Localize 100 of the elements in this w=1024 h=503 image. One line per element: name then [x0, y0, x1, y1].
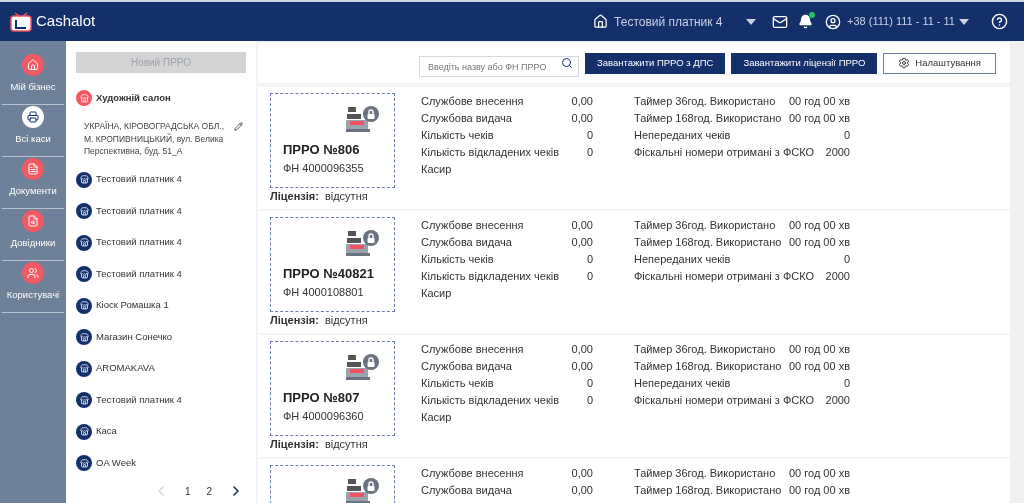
- stat-value: 0: [843, 128, 850, 144]
- stat-label: Службове внесення: [421, 218, 524, 234]
- logo-icon: [10, 11, 32, 32]
- stat-label: Фіскальні номери отримані з ФСКО: [634, 145, 815, 161]
- stat-label: Службова видача: [421, 483, 512, 499]
- fiscal-number: ФН 4000108801: [283, 284, 365, 300]
- stat-value: 0,00: [571, 342, 593, 358]
- license-label: Ліцензія:: [270, 438, 319, 451]
- search-icon[interactable]: [560, 56, 573, 69]
- license-label: Ліцензія:: [270, 314, 319, 327]
- search-field[interactable]: Введіть назву або ФН ПРРО: [418, 56, 579, 77]
- rail-icon: [27, 59, 39, 71]
- stat-value: 0: [586, 252, 593, 268]
- rail-label[interactable]: Користувачі: [6, 288, 60, 303]
- rail-icon: [27, 215, 39, 227]
- register-title: ПРРО №40821: [283, 265, 375, 283]
- mail-icon[interactable]: [772, 13, 789, 30]
- stat-label: Таймер 168год. Використано: [634, 111, 782, 127]
- register-lock-icon: [346, 105, 380, 133]
- user-icon[interactable]: [825, 13, 842, 30]
- caret-icon[interactable]: [959, 18, 969, 25]
- stat-value: 00 год 00 хв: [788, 111, 850, 127]
- stat-value: 2000: [825, 393, 850, 409]
- stat-label: Таймер 36год. Використано: [634, 342, 776, 358]
- stat-label: Кількість чеків: [421, 252, 494, 268]
- phone-number[interactable]: +38 (111) 111 - 11 - 11: [847, 13, 955, 30]
- rail-label[interactable]: Довідники: [10, 236, 56, 251]
- store-name[interactable]: AROMAKAVA: [96, 361, 155, 376]
- register-tile[interactable]: ПРРО №807 ФН 4000096360: [270, 341, 395, 436]
- stat-label: Кількість відкладених чеків: [421, 145, 560, 161]
- register-lock-icon: [346, 353, 380, 381]
- rail-label[interactable]: Всі каси: [15, 132, 51, 147]
- stat-label: Непереданих чеків: [634, 128, 731, 144]
- stat-value: 0,00: [571, 94, 593, 110]
- stat-label: Таймер 168год. Використано: [634, 483, 782, 499]
- help-icon[interactable]: [991, 13, 1008, 30]
- store-name[interactable]: Тестовий платник 4: [96, 392, 182, 408]
- store-name[interactable]: Художній салон: [96, 90, 171, 106]
- action-button[interactable]: Завантажити ПРРО з ДПС: [584, 52, 726, 74]
- store-name[interactable]: Тестовий платник 4: [96, 203, 182, 219]
- store-name[interactable]: Каса: [96, 424, 117, 439]
- register-title: ПРРО №806: [283, 141, 361, 159]
- stat-value: 00 год 00 хв: [788, 342, 850, 358]
- register-lock-icon: [346, 229, 380, 257]
- settings-button[interactable]: Налаштування: [883, 52, 996, 74]
- stat-value: 00 год 00 хв: [788, 235, 850, 251]
- stat-value: 00 год 00 хв: [788, 483, 850, 499]
- cashier-label: Касир: [421, 162, 453, 178]
- logo-text: Cashalot: [36, 11, 96, 32]
- fiscal-number: ФН 4000096360: [283, 408, 365, 424]
- stat-label: Службова видача: [421, 111, 512, 127]
- stat-value: 00 год 00 хв: [788, 94, 850, 110]
- stat-label: Таймер 36год. Використано: [634, 94, 776, 110]
- caret-icon[interactable]: [746, 18, 757, 25]
- license-value: відсутня: [324, 438, 368, 451]
- bell-icon[interactable]: [798, 14, 814, 29]
- stat-label: Кількість чеків: [421, 128, 494, 144]
- stat-value: 0: [586, 269, 593, 285]
- stat-label: Таймер 168год. Використано: [634, 235, 782, 251]
- store-address: УКРАЇНА, КІРОВОГРАДСЬКА ОБЛ., М. КРОПИВНИЦЬКИЙ, вул. Велика Перспективна, буд. 51_А: [84, 120, 226, 158]
- register-title: ПРРО №807: [283, 389, 361, 407]
- register-tile[interactable]: ПРРО №40821 ФН 4000108801: [270, 217, 395, 312]
- edit-icon[interactable]: [234, 122, 243, 131]
- home-icon: [593, 14, 609, 29]
- company-name[interactable]: Тестовий платник 4: [614, 12, 747, 31]
- store-name[interactable]: Магазин Сонечко: [96, 329, 173, 345]
- rail-label[interactable]: Мій бізнес: [10, 80, 56, 95]
- stat-value: 0: [843, 252, 850, 268]
- fiscal-number: ФН 4000096355: [283, 160, 365, 176]
- page-link[interactable]: 1: [184, 483, 191, 499]
- page-link[interactable]: 2: [206, 483, 212, 499]
- stat-value: 0: [586, 145, 593, 161]
- cashier-label: Касир: [421, 410, 453, 426]
- license-value: відсутня: [324, 190, 368, 203]
- stat-label: Службове внесення: [421, 466, 524, 482]
- stat-label: Службове внесення: [421, 94, 524, 110]
- stat-value: 2000: [825, 269, 850, 285]
- stat-label: Таймер 36год. Використано: [634, 466, 776, 482]
- stat-label: Кількість відкладених чеків: [421, 393, 560, 409]
- stat-value: 2000: [825, 145, 850, 161]
- stat-value: 0,00: [571, 111, 593, 127]
- rail-icon: [27, 163, 39, 175]
- store-name[interactable]: Кіоск Ромашка 1: [96, 298, 169, 313]
- cashier-label: Касир: [421, 286, 453, 302]
- license-value: відсутня: [324, 314, 368, 327]
- register-tile[interactable]: ПРРО №806 ФН 4000096355: [270, 93, 395, 188]
- store-name[interactable]: Тестовий платник 4: [96, 172, 182, 187]
- store-name[interactable]: OA Week: [96, 455, 136, 471]
- stat-value: 00 год 00 хв: [788, 359, 850, 375]
- settings-icon: [898, 57, 911, 69]
- store-name[interactable]: Тестовий платник 4: [96, 235, 182, 250]
- store-name[interactable]: Тестовий платник 4: [96, 266, 182, 282]
- license-label: Ліцензія:: [270, 190, 319, 203]
- stat-value: 0,00: [571, 218, 593, 234]
- stat-value: 0: [843, 376, 850, 392]
- stat-value: 0,00: [571, 466, 593, 482]
- action-button[interactable]: Завантажити ліцензії ПРРО: [731, 52, 878, 74]
- stat-label: Службова видача: [421, 359, 512, 375]
- rail-label[interactable]: Документи: [9, 184, 57, 199]
- stat-value: 00 год 00 хв: [788, 466, 850, 482]
